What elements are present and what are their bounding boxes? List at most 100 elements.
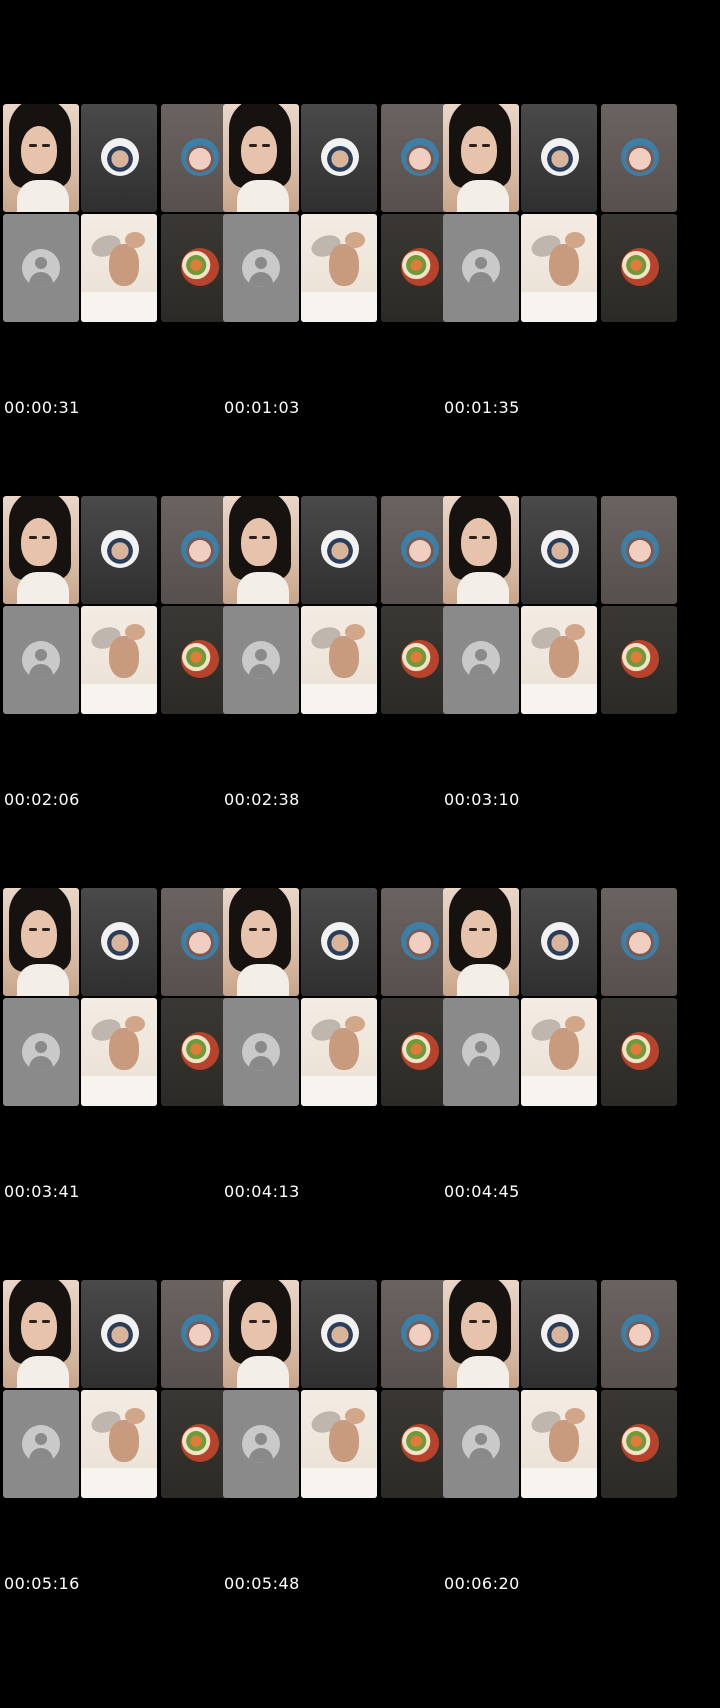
participant-tile-woman-video[interactable] xyxy=(3,888,79,996)
food-avatar-icon xyxy=(621,1032,659,1070)
man-avatar-icon xyxy=(541,1314,579,1352)
participant-tile-woman-video[interactable] xyxy=(3,1280,79,1388)
participant-tile-man-avatar[interactable] xyxy=(81,496,157,604)
participant-tile-no-video[interactable] xyxy=(443,998,519,1106)
participant-tile-no-video[interactable] xyxy=(223,1390,299,1498)
participant-tile-man-avatar[interactable] xyxy=(81,888,157,996)
woman-avatar-icon xyxy=(401,138,439,176)
call-participant-grid xyxy=(223,888,457,1106)
man-avatar-icon xyxy=(541,922,579,960)
woman-avatar-icon xyxy=(621,1314,659,1352)
participant-tile-woman-video[interactable] xyxy=(443,1280,519,1388)
participant-tile-no-video[interactable] xyxy=(443,1390,519,1498)
participant-tile-woman-video[interactable] xyxy=(443,496,519,604)
man-avatar-icon xyxy=(101,138,139,176)
woman-avatar-icon xyxy=(621,922,659,960)
participant-tile-man-avatar[interactable] xyxy=(301,104,377,212)
call-participant-grid xyxy=(3,104,237,322)
woman-avatar-icon xyxy=(621,138,659,176)
participant-tile-man-video[interactable] xyxy=(301,606,377,714)
participant-tile-no-video[interactable] xyxy=(223,214,299,322)
video-frame: 00:00:31 xyxy=(0,0,240,427)
video-frame: 00:03:41 xyxy=(0,784,240,1211)
food-avatar-icon xyxy=(181,1032,219,1070)
man-avatar-icon xyxy=(321,530,359,568)
participant-tile-man-video[interactable] xyxy=(521,214,597,322)
participant-tile-woman-video[interactable] xyxy=(3,496,79,604)
participant-tile-no-video[interactable] xyxy=(3,998,79,1106)
woman-avatar-icon xyxy=(181,1314,219,1352)
participant-tile-man-video[interactable] xyxy=(301,998,377,1106)
participant-tile-woman-video[interactable] xyxy=(223,104,299,212)
participant-tile-man-video[interactable] xyxy=(301,214,377,322)
man-avatar-icon xyxy=(321,922,359,960)
participant-tile-no-video[interactable] xyxy=(3,1390,79,1498)
call-participant-grid xyxy=(3,1280,237,1498)
participant-tile-no-video[interactable] xyxy=(223,606,299,714)
food-avatar-icon xyxy=(401,1424,439,1462)
participant-tile-man-video[interactable] xyxy=(521,998,597,1106)
woman-avatar-icon xyxy=(181,138,219,176)
participant-tile-woman-video[interactable] xyxy=(443,104,519,212)
participant-tile-no-video[interactable] xyxy=(443,606,519,714)
participant-tile-man-avatar[interactable] xyxy=(81,1280,157,1388)
participant-tile-woman-avatar[interactable] xyxy=(601,496,677,604)
participant-tile-man-avatar[interactable] xyxy=(521,888,597,996)
call-participant-grid xyxy=(3,888,237,1106)
participant-tile-man-avatar[interactable] xyxy=(521,1280,597,1388)
food-avatar-icon xyxy=(621,1424,659,1462)
participant-tile-woman-video[interactable] xyxy=(223,1280,299,1388)
woman-avatar-icon xyxy=(181,922,219,960)
participant-tile-woman-video[interactable] xyxy=(223,888,299,996)
participant-tile-man-avatar[interactable] xyxy=(521,496,597,604)
woman-avatar-icon xyxy=(621,530,659,568)
video-frame: 00:05:48 xyxy=(220,1176,460,1603)
participant-tile-man-video[interactable] xyxy=(81,998,157,1106)
participant-tile-no-video[interactable] xyxy=(443,214,519,322)
participant-tile-man-video[interactable] xyxy=(81,1390,157,1498)
video-frame: 00:05:16 xyxy=(0,1176,240,1603)
participant-tile-man-avatar[interactable] xyxy=(81,104,157,212)
default-user-icon xyxy=(242,1425,280,1463)
participant-tile-woman-avatar[interactable] xyxy=(601,1280,677,1388)
participant-tile-man-video[interactable] xyxy=(521,1390,597,1498)
participant-tile-man-avatar[interactable] xyxy=(301,1280,377,1388)
participant-tile-man-avatar[interactable] xyxy=(301,496,377,604)
participant-tile-no-video[interactable] xyxy=(223,998,299,1106)
man-avatar-icon xyxy=(101,530,139,568)
participant-tile-woman-avatar[interactable] xyxy=(601,104,677,212)
food-avatar-icon xyxy=(401,640,439,678)
participant-tile-no-video[interactable] xyxy=(3,606,79,714)
default-user-icon xyxy=(462,641,500,679)
participant-tile-man-avatar[interactable] xyxy=(301,888,377,996)
video-frame: 00:04:13 xyxy=(220,784,460,1211)
participant-tile-food-avatar[interactable] xyxy=(601,214,677,322)
participant-tile-man-video[interactable] xyxy=(521,606,597,714)
woman-avatar-icon xyxy=(181,530,219,568)
participant-tile-woman-video[interactable] xyxy=(223,496,299,604)
default-user-icon xyxy=(22,1425,60,1463)
participant-tile-woman-video[interactable] xyxy=(443,888,519,996)
call-participant-grid xyxy=(223,104,457,322)
participant-tile-woman-video[interactable] xyxy=(3,104,79,212)
man-avatar-icon xyxy=(321,1314,359,1352)
food-avatar-icon xyxy=(621,248,659,286)
participant-tile-man-video[interactable] xyxy=(81,214,157,322)
participant-tile-food-avatar[interactable] xyxy=(601,1390,677,1498)
default-user-icon xyxy=(22,641,60,679)
participant-tile-no-video[interactable] xyxy=(3,214,79,322)
man-avatar-icon xyxy=(101,1314,139,1352)
call-participant-grid xyxy=(443,104,677,322)
participant-tile-woman-avatar[interactable] xyxy=(601,888,677,996)
video-frame: 00:06:20 xyxy=(440,1176,680,1603)
video-frame: 00:01:03 xyxy=(220,0,460,427)
participant-tile-man-video[interactable] xyxy=(301,1390,377,1498)
participant-tile-food-avatar[interactable] xyxy=(601,606,677,714)
participant-tile-food-avatar[interactable] xyxy=(601,998,677,1106)
participant-tile-man-video[interactable] xyxy=(81,606,157,714)
default-user-icon xyxy=(242,641,280,679)
default-user-icon xyxy=(242,1033,280,1071)
food-avatar-icon xyxy=(181,1424,219,1462)
food-avatar-icon xyxy=(401,248,439,286)
participant-tile-man-avatar[interactable] xyxy=(521,104,597,212)
